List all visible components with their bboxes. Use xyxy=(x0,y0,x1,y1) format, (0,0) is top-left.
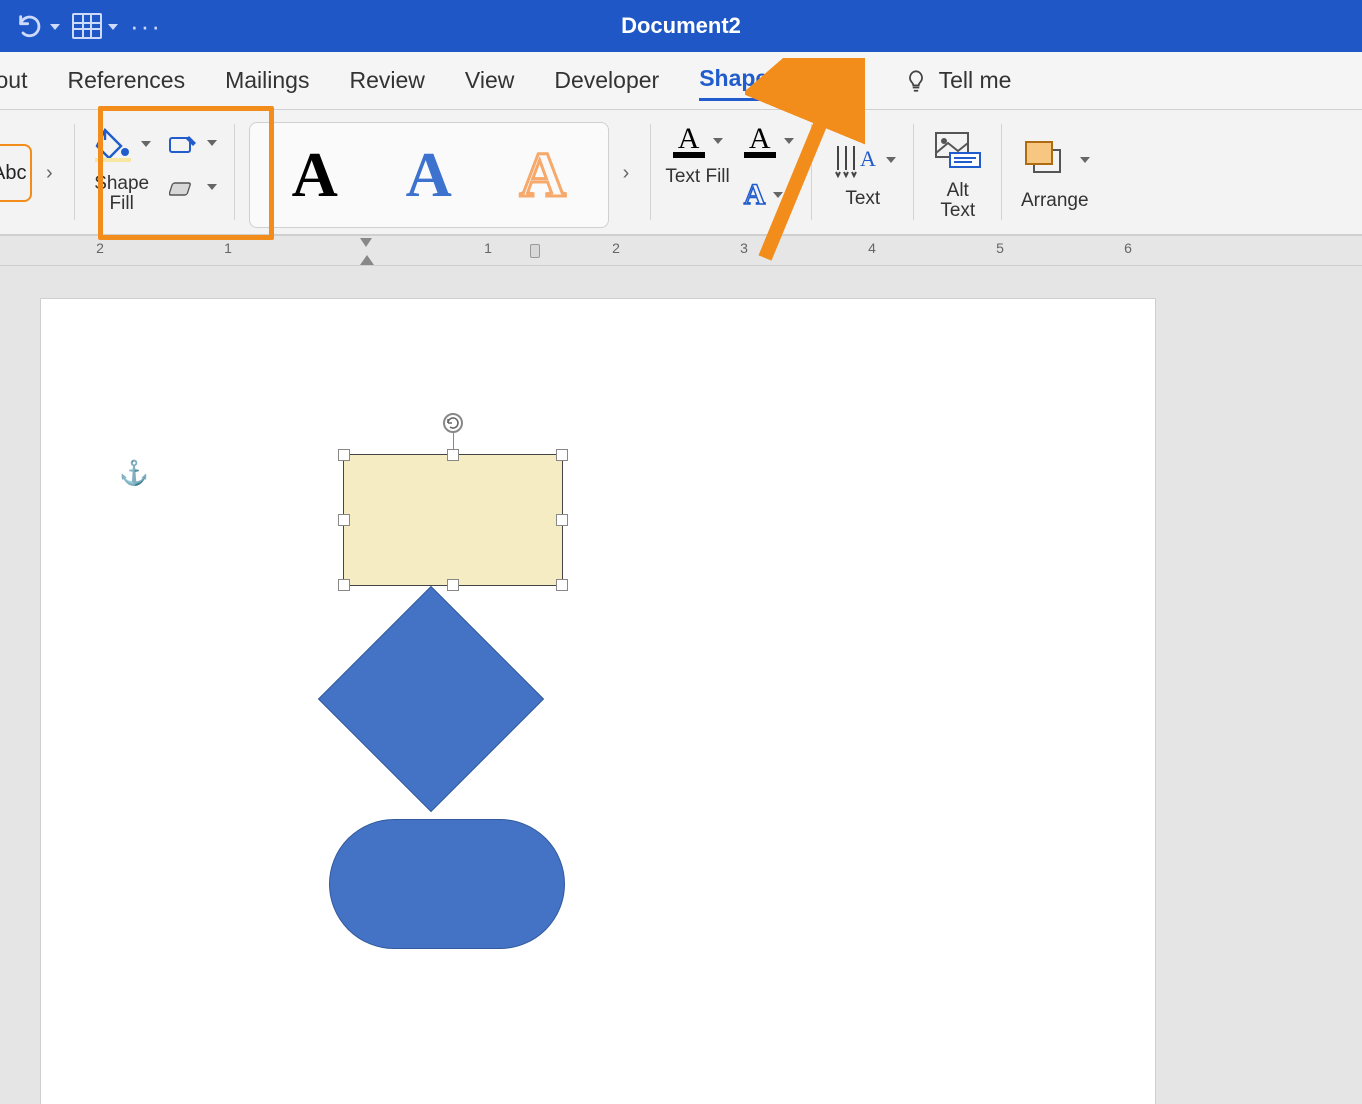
shape-fill-group: Shape Fill xyxy=(75,110,235,234)
undo-icon xyxy=(16,12,44,40)
rotate-icon xyxy=(445,415,461,431)
wordart-preset-blue[interactable]: A xyxy=(406,138,452,212)
shape-styles-group: Abc › xyxy=(0,110,75,234)
ruler-tab-stop[interactable] xyxy=(530,244,540,258)
chevron-down-icon xyxy=(141,141,151,147)
resize-handle-tm[interactable] xyxy=(447,449,459,461)
svg-text:A: A xyxy=(860,146,876,171)
text-fill-label: Text Fill xyxy=(665,166,729,188)
text-outline-color-bar xyxy=(744,152,776,158)
table-grid-icon xyxy=(72,13,102,39)
ruler-mark: 2 xyxy=(612,240,620,256)
text-fill-group: A Text Fill A A xyxy=(651,110,811,234)
alt-text-icon xyxy=(932,129,984,173)
chevron-down-icon xyxy=(207,184,217,190)
ruler-mark: 1 xyxy=(224,240,232,256)
paint-bucket-icon xyxy=(93,126,133,162)
tab-references[interactable]: References xyxy=(67,63,185,98)
ruler-first-line-indent[interactable] xyxy=(360,238,372,247)
shape-rectangle-selected[interactable] xyxy=(343,454,563,586)
resize-handle-ml[interactable] xyxy=(338,514,350,526)
alt-text-group: Alt Text xyxy=(914,110,1002,234)
text-group-label: Text xyxy=(845,188,880,210)
text-outline-icon: A xyxy=(749,124,771,154)
shape-effects-button[interactable] xyxy=(165,172,221,202)
ruler-mark: 1 xyxy=(484,240,492,256)
tab-mailings[interactable]: Mailings xyxy=(225,63,309,98)
tab-shape-format[interactable]: Shape Format xyxy=(699,61,852,101)
wordart-preset-outline[interactable]: A xyxy=(520,138,566,212)
resize-handle-bm[interactable] xyxy=(447,579,459,591)
shape-fill-label: Shape Fill xyxy=(94,174,149,214)
ruler-mark: 3 xyxy=(740,240,748,256)
pen-outline-icon xyxy=(169,132,199,154)
lightbulb-icon xyxy=(903,68,929,94)
chevron-down-icon xyxy=(713,138,723,144)
page[interactable]: ⚓ xyxy=(40,298,1156,1104)
table-grid-button[interactable] xyxy=(66,9,124,43)
tab-view[interactable]: View xyxy=(465,63,514,98)
shape-style-preset[interactable]: Abc xyxy=(0,144,32,202)
alt-text-button[interactable] xyxy=(928,125,988,177)
chevron-down-icon xyxy=(886,157,896,163)
rotation-handle[interactable] xyxy=(443,413,463,433)
text-fill-icon: A xyxy=(678,124,700,154)
shape-outline-button[interactable] xyxy=(165,128,221,158)
ruler-mark: 2 xyxy=(96,240,104,256)
chevron-down-icon xyxy=(48,17,60,35)
ruler-mark: 5 xyxy=(996,240,1004,256)
tab-layout[interactable]: yout xyxy=(0,63,27,98)
resize-handle-tr[interactable] xyxy=(556,449,568,461)
text-direction-button[interactable]: A xyxy=(826,136,900,184)
chevron-down-icon xyxy=(784,138,794,144)
arrange-icon xyxy=(1020,138,1072,182)
text-fill-color-bar xyxy=(673,152,705,158)
shape-diamond[interactable] xyxy=(318,586,544,812)
wordart-styles-group: A A A › xyxy=(235,110,652,234)
chevron-down-icon xyxy=(1080,157,1090,163)
tab-review[interactable]: Review xyxy=(349,63,424,98)
wordart-gallery[interactable]: A A A xyxy=(249,122,609,228)
ribbon: Abc › Shape Fill xyxy=(0,110,1362,236)
shape-effects-icon xyxy=(169,176,199,198)
chevron-down-icon xyxy=(106,17,118,35)
shape-rounded-rectangle[interactable] xyxy=(329,819,565,949)
more-commands-button[interactable]: ··· xyxy=(124,11,168,42)
arrange-label: Arrange xyxy=(1021,190,1089,212)
shape-fill-button[interactable] xyxy=(89,122,155,166)
anchor-icon: ⚓ xyxy=(119,459,149,488)
resize-handle-bl[interactable] xyxy=(338,579,350,591)
chevron-down-icon xyxy=(773,192,783,198)
titlebar: ··· Document2 xyxy=(0,0,1362,52)
ruler-hanging-indent[interactable] xyxy=(360,255,374,265)
ribbon-tabs: yout References Mailings Review View Dev… xyxy=(0,52,1362,110)
resize-handle-mr[interactable] xyxy=(556,514,568,526)
shape-style-preset-label: Abc xyxy=(0,162,26,185)
tell-me-search[interactable]: Tell me xyxy=(903,67,1012,94)
text-effects-button[interactable]: A xyxy=(740,176,798,214)
arrange-button[interactable] xyxy=(1016,134,1094,186)
wordart-preset-black[interactable]: A xyxy=(292,138,338,212)
wordart-more-button[interactable]: › xyxy=(609,162,638,185)
alt-text-label: Alt Text xyxy=(940,181,975,221)
text-outline-button[interactable]: A xyxy=(740,120,798,162)
ruler-mark: 4 xyxy=(868,240,876,256)
resize-handle-br[interactable] xyxy=(556,579,568,591)
tell-me-label: Tell me xyxy=(939,67,1012,94)
text-group: A Text xyxy=(812,110,914,234)
document-title: Document2 xyxy=(621,13,741,39)
document-canvas[interactable]: ⚓ xyxy=(0,266,1362,1104)
resize-handle-tl[interactable] xyxy=(338,449,350,461)
text-direction-icon: A xyxy=(830,140,878,180)
text-effects-icon: A xyxy=(744,180,766,210)
horizontal-ruler[interactable]: 2 1 1 2 3 4 5 6 xyxy=(0,236,1362,266)
undo-button[interactable] xyxy=(10,8,66,44)
shape-styles-more-button[interactable]: › xyxy=(32,162,61,185)
chevron-down-icon xyxy=(207,140,217,146)
ruler-mark: 6 xyxy=(1124,240,1132,256)
arrange-group: Arrange xyxy=(1002,110,1108,234)
text-fill-button[interactable]: A xyxy=(669,120,727,162)
tab-developer[interactable]: Developer xyxy=(554,63,659,98)
